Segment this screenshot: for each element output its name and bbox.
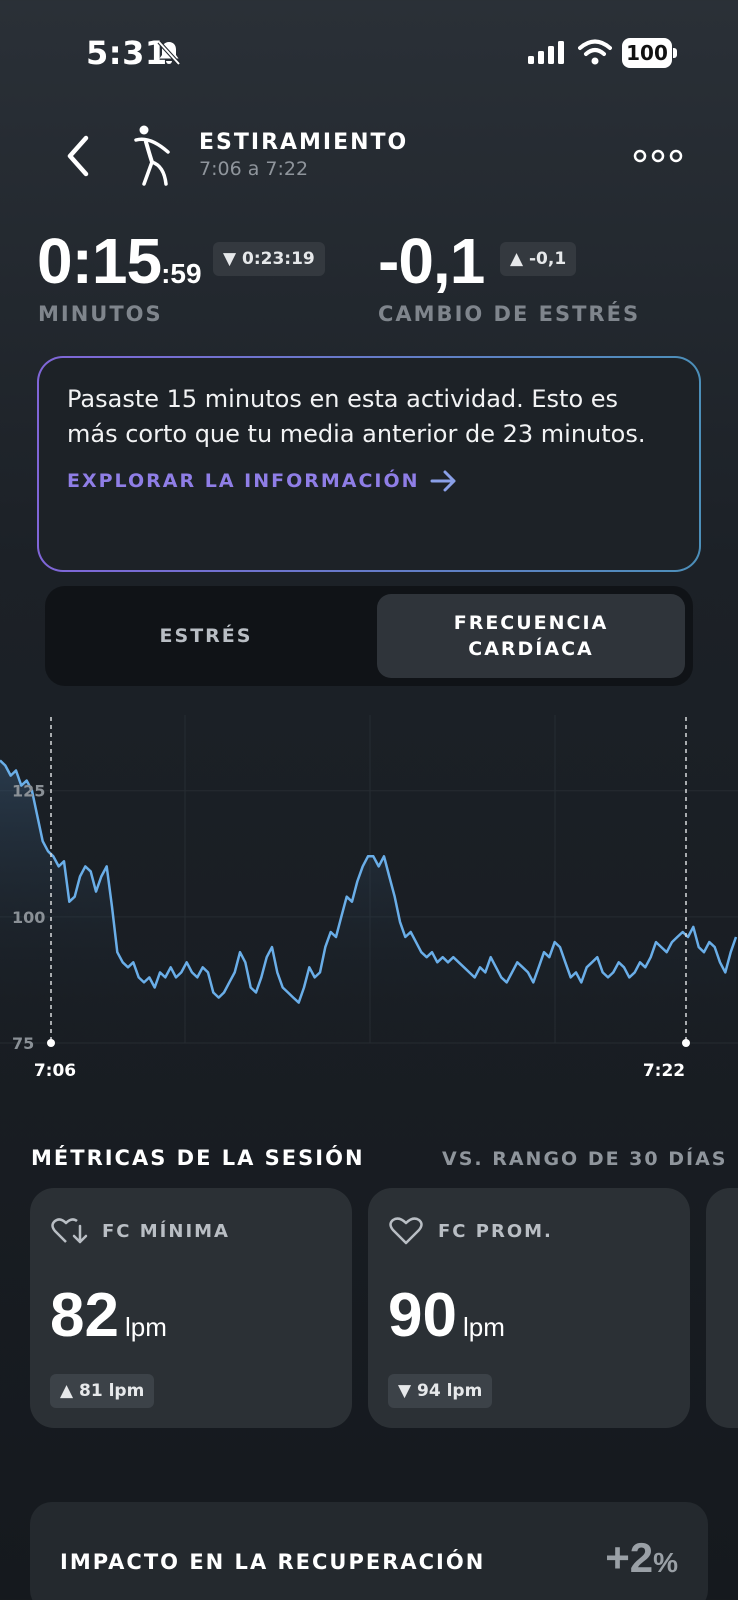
stress-change-label: CAMBIO DE ESTRÉS — [378, 302, 641, 326]
insight-card: Pasaste 15 minutos en esta actividad. Es… — [37, 356, 701, 572]
chart-start-dot — [47, 1039, 55, 1047]
insight-text: Pasaste 15 minutos en esta actividad. Es… — [67, 385, 646, 448]
metric-card-avg-hr[interactable]: FC PROM. 90 lpm ▼ 94 lpm — [368, 1188, 690, 1428]
chart-y-tick-label: 75 — [12, 1034, 34, 1053]
more-options-icon[interactable] — [632, 148, 684, 164]
duration-value: 0:15:59 — [37, 224, 202, 298]
metric-unit: lpm — [124, 1312, 167, 1342]
back-arrow-icon[interactable] — [62, 132, 94, 180]
activity-time-range: 7:06 a 7:22 — [199, 158, 309, 180]
tab-heart-rate-line1: FRECUENCIA — [453, 612, 609, 634]
up-triangle-icon: ▲ — [60, 1381, 74, 1401]
tab-heart-rate[interactable]: FRECUENCIA CARDÍACA — [377, 594, 685, 678]
metrics-comparison-label: VS. RANGO DE 30 DÍAS — [442, 1148, 728, 1170]
chart-start-time: 7:06 — [34, 1061, 76, 1081]
recovery-impact-card[interactable]: IMPACTO EN LA RECUPERACIÓN +2% — [30, 1502, 708, 1600]
duration-main: 0:15 — [37, 225, 162, 297]
metric-compare-badge: ▼ 94 lpm — [388, 1374, 493, 1408]
metric-compare-badge: ▲ 81 lpm — [50, 1374, 155, 1408]
metric-number: 82 — [50, 1281, 119, 1350]
recovery-impact-number: +2 — [605, 1534, 654, 1581]
stretching-figure-icon — [134, 125, 170, 186]
tab-stress[interactable]: ESTRÉS — [53, 594, 359, 678]
metric-card-peek[interactable] — [706, 1188, 738, 1428]
explore-insight-link[interactable]: EXPLORAR LA INFORMACIÓN — [67, 470, 671, 492]
duration-compare: 0:23:19 — [242, 249, 315, 269]
up-triangle-icon: ▲ — [510, 249, 524, 269]
metric-label: FC PROM. — [438, 1220, 553, 1242]
metric-label: FC MÍNIMA — [102, 1220, 230, 1242]
heart-icon — [389, 1217, 423, 1245]
metric-card-min-hr[interactable]: FC MÍNIMA 82 lpm ▲ 81 lpm — [30, 1188, 352, 1428]
battery-level: 100 — [622, 38, 672, 68]
stress-compare: -0,1 — [529, 249, 567, 269]
metric-number: 90 — [388, 1281, 457, 1350]
heart-rate-chart[interactable]: 125 100 75 7:06 7:22 — [0, 715, 738, 1105]
metric-value: 90 lpm — [388, 1280, 505, 1351]
recovery-impact-unit: % — [653, 1547, 678, 1578]
explore-link-label[interactable]: EXPLORAR LA INFORMACIÓN — [67, 470, 420, 492]
recovery-impact-title: IMPACTO EN LA RECUPERACIÓN — [60, 1550, 486, 1574]
down-triangle-icon: ▼ — [398, 1381, 412, 1401]
tab-heart-rate-line2: CARDÍACA — [468, 638, 594, 660]
wifi-icon — [578, 39, 612, 65]
chart-y-tick-label: 100 — [12, 908, 45, 927]
metric-compare: 94 lpm — [417, 1381, 483, 1401]
activity-title: ESTIRAMIENTO — [199, 130, 409, 155]
arrow-right-icon — [430, 470, 456, 492]
metric-unit: lpm — [462, 1312, 505, 1342]
duration-compare-badge: ▼ 0:23:19 — [213, 242, 325, 276]
cellular-signal-icon — [528, 41, 564, 64]
heart-down-icon — [51, 1218, 88, 1244]
metric-compare: 81 lpm — [79, 1381, 145, 1401]
chart-y-tick-label: 125 — [12, 782, 45, 801]
session-metrics-title: MÉTRICAS DE LA SESIÓN — [31, 1146, 365, 1170]
chart-end-time: 7:22 — [643, 1061, 685, 1081]
down-triangle-icon: ▼ — [223, 249, 237, 269]
chart-end-dot — [682, 1039, 690, 1047]
duration-seconds: :59 — [161, 258, 202, 289]
duration-label: MINUTOS — [38, 302, 163, 326]
bell-muted-icon — [157, 40, 181, 66]
battery-indicator: 100 — [622, 38, 678, 68]
chart-type-toggle: ESTRÉS FRECUENCIA CARDÍACA — [45, 586, 693, 686]
stress-compare-badge: ▲ -0,1 — [500, 242, 577, 276]
metric-value: 82 lpm — [50, 1280, 167, 1351]
recovery-impact-value: +2% — [605, 1534, 678, 1582]
stress-change-value: -0,1 — [378, 225, 485, 297]
